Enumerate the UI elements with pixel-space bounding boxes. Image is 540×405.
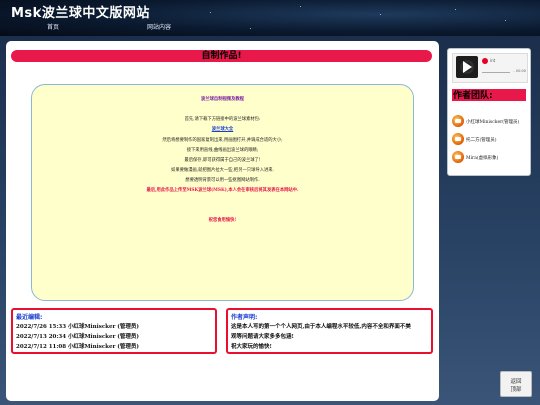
netease-music-icon [482, 58, 488, 64]
tutorial-card: 波兰球自制视频及教程 首先,请下载下方链接中的波兰球素材包: 波兰球大全 然后将… [31, 84, 414, 301]
avatar [452, 115, 464, 127]
back-to-top-button[interactable]: 返回 顶部 [500, 371, 532, 397]
now-playing: int [482, 58, 526, 66]
asset-pack-link[interactable]: 波兰球大全 [32, 127, 413, 133]
edit-entry: 2022/7/26 15:33 小红球Miniscker (管理员) [16, 324, 140, 330]
author-note-line: 观等问题请大家多多包涵! [231, 334, 294, 340]
sidebar: int - 00:00 作者团队: 小红球Miniscker(管理员) 托二方(… [447, 48, 531, 176]
tutorial-line: 然后将想要制作的国家复制出来,用画图打开,并调成合适的大小; [162, 138, 283, 143]
music-player: int - 00:00 [452, 53, 528, 83]
tutorial-line: 最后保存,即可获得属于自己的波兰球了! [184, 158, 261, 163]
site-title: Msk波兰球中文版网站 [11, 6, 150, 21]
track-time: - 00:00 [513, 69, 526, 73]
page-title: 自制作品! [201, 51, 242, 61]
team-member: 托二方(管理员) [452, 133, 528, 145]
closing-line: 祝您食用愉快! [208, 218, 237, 223]
play-icon[interactable] [463, 61, 472, 73]
track-title: int [490, 58, 496, 63]
tutorial-line: 首先,请下载下方链接中的波兰球素材包: [184, 117, 261, 122]
member-name: 小红球Miniscker(管理员) [466, 120, 520, 125]
tutorial-heading: 波兰球自制视频及教程 [201, 97, 244, 102]
author-note-box: 作者声明: 这是本人写的第一个个人网页,由于本人编程水平较低,内容不全和界面不美… [226, 308, 433, 354]
team-title: 作者团队: [453, 91, 493, 101]
progress-line[interactable]: - 00:00 [482, 69, 526, 75]
member-name: Mira(虚拟形象) [466, 156, 499, 161]
tutorial-line: 接下来用直线,曲线画出波兰球的眼睛; [186, 148, 259, 153]
recent-edits-heading: 最近编辑: [16, 314, 43, 321]
nav-home[interactable]: 首页 [47, 22, 59, 31]
back-to-top-label: 返回 [510, 379, 522, 385]
avatar [452, 133, 464, 145]
author-note-line: 祝大家玩的愉快! [231, 344, 272, 350]
progress-bar[interactable] [482, 72, 510, 73]
nav-content[interactable]: 网站内容 [147, 22, 171, 31]
tutorial-line: 想要透明背景可以用一些抠图网站制作. [185, 178, 260, 183]
back-to-top-label: 顶部 [510, 387, 522, 393]
author-note-heading: 作者声明: [231, 314, 258, 321]
team-title-bar: 作者团队: [452, 89, 526, 101]
submission-note: 最后,用此作品上传至MSK波兰球(MSK),本人会在审核后将其发表在本网站中. [146, 188, 299, 193]
team-member: 小红球Miniscker(管理员) [452, 115, 528, 127]
edit-entry: 2022/7/13 20:34 小红球Miniscker (管理员) [16, 334, 140, 340]
avatar [452, 151, 464, 163]
tutorial-line: 如果要做漫画,就把图片拉大一些,把另一只球导入进来. [171, 168, 274, 173]
team-member: Mira(虚拟形象) [452, 151, 528, 163]
recent-edits-box: 最近编辑: 2022/7/26 15:33 小红球Miniscker (管理员)… [11, 308, 217, 354]
author-note-line: 这是本人写的第一个个人网页,由于本人编程水平较低,内容不全和界面不美 [231, 324, 411, 330]
site-header: Msk波兰球中文版网站 首页 网站内容 [0, 0, 540, 36]
edit-entry: 2022/7/12 11:08 小红球Miniscker (管理员) [16, 344, 140, 350]
page-title-bar: 自制作品! [11, 50, 432, 62]
member-name: 托二方(管理员) [466, 138, 497, 143]
album-cover [456, 56, 478, 78]
